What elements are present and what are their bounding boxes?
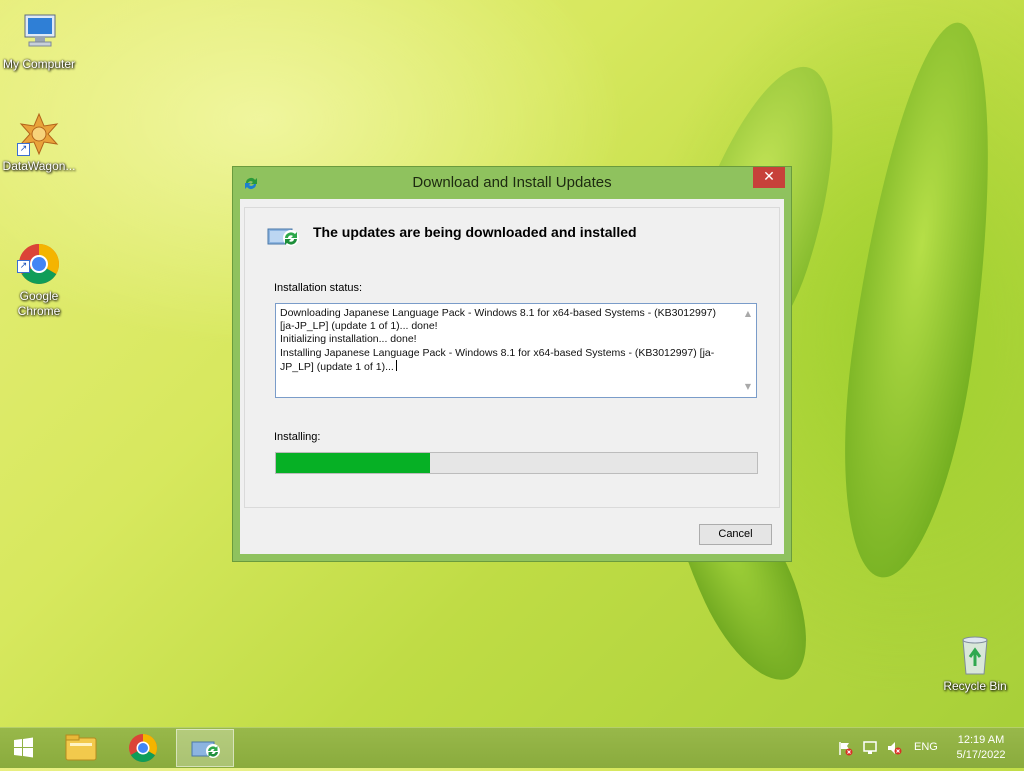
clock-date: 5/17/2022 [956, 749, 1006, 761]
desktop-icon-label: Google Chrome [17, 289, 61, 318]
desktop-icon-google-chrome[interactable]: ↗ Google Chrome [0, 216, 78, 332]
chrome-icon [129, 734, 157, 762]
content-panel: The updates are being downloaded and ins… [244, 207, 780, 508]
cancel-button[interactable]: Cancel [699, 524, 772, 545]
datawagon-icon: ↗ [17, 112, 61, 156]
text-caret [395, 359, 397, 371]
desktop-icon-datawagon[interactable]: ↗ DataWagon... [0, 112, 78, 174]
computer-icon [17, 10, 61, 54]
status-log-text: Downloading Japanese Language Pack - Win… [280, 307, 717, 373]
desktop-icon-my-computer[interactable]: My Computer [0, 10, 78, 72]
desktop-icon-recycle-bin[interactable]: Recycle Bin [936, 632, 1014, 694]
desktop-icon-label: My Computer [2, 57, 76, 71]
installation-status-textbox[interactable]: Downloading Japanese Language Pack - Win… [275, 303, 757, 398]
scroll-up-arrow-icon[interactable]: ▲ [743, 309, 753, 319]
update-header-icon [267, 225, 301, 247]
installation-status-log: Downloading Japanese Language Pack - Win… [280, 307, 735, 374]
close-button[interactable]: ✕ [753, 167, 785, 188]
recycle-bin-icon [953, 632, 997, 676]
chrome-icon: ↗ [17, 229, 61, 284]
start-button[interactable] [2, 729, 46, 767]
network-icon[interactable] [862, 740, 878, 756]
desktop-icon-label: Recycle Bin [943, 679, 1007, 693]
taskbar: ENG 12:19 AM 5/17/2022 [0, 727, 1024, 768]
progress-fill [276, 453, 430, 473]
scroll-down-arrow-icon[interactable]: ▼ [743, 382, 753, 392]
installation-status-label: Installation status: [274, 282, 363, 294]
shortcut-arrow-icon: ↗ [17, 143, 30, 156]
clock-time: 12:19 AM [957, 734, 1005, 746]
shortcut-arrow-icon: ↗ [17, 260, 30, 273]
install-progress-bar [275, 452, 758, 474]
taskbar-google-chrome[interactable] [114, 729, 172, 767]
file-explorer-icon [65, 734, 97, 761]
windows-logo-icon [14, 737, 33, 758]
volume-muted-icon[interactable] [886, 740, 902, 756]
window-title: Download and Install Updates [412, 174, 612, 191]
window-client-area: The updates are being downloaded and ins… [240, 199, 784, 554]
window-titlebar[interactable]: Download and Install Updates ✕ [233, 167, 791, 199]
taskbar-file-explorer[interactable] [52, 729, 110, 767]
installing-label: Installing: [274, 431, 321, 443]
download-install-updates-window: Download and Install Updates ✕ The updat… [232, 166, 792, 562]
action-center-flag-icon[interactable] [837, 740, 853, 756]
taskbar-windows-update[interactable] [176, 729, 234, 767]
system-clock[interactable]: 12:19 AM 5/17/2022 [950, 733, 1012, 763]
input-language-indicator[interactable]: ENG [914, 741, 938, 753]
desktop-icon-label: DataWagon... [2, 159, 76, 173]
windows-update-icon [191, 741, 220, 758]
wallpaper-leaf-2 [821, 14, 1019, 586]
header-message: The updates are being downloaded and ins… [313, 224, 637, 240]
